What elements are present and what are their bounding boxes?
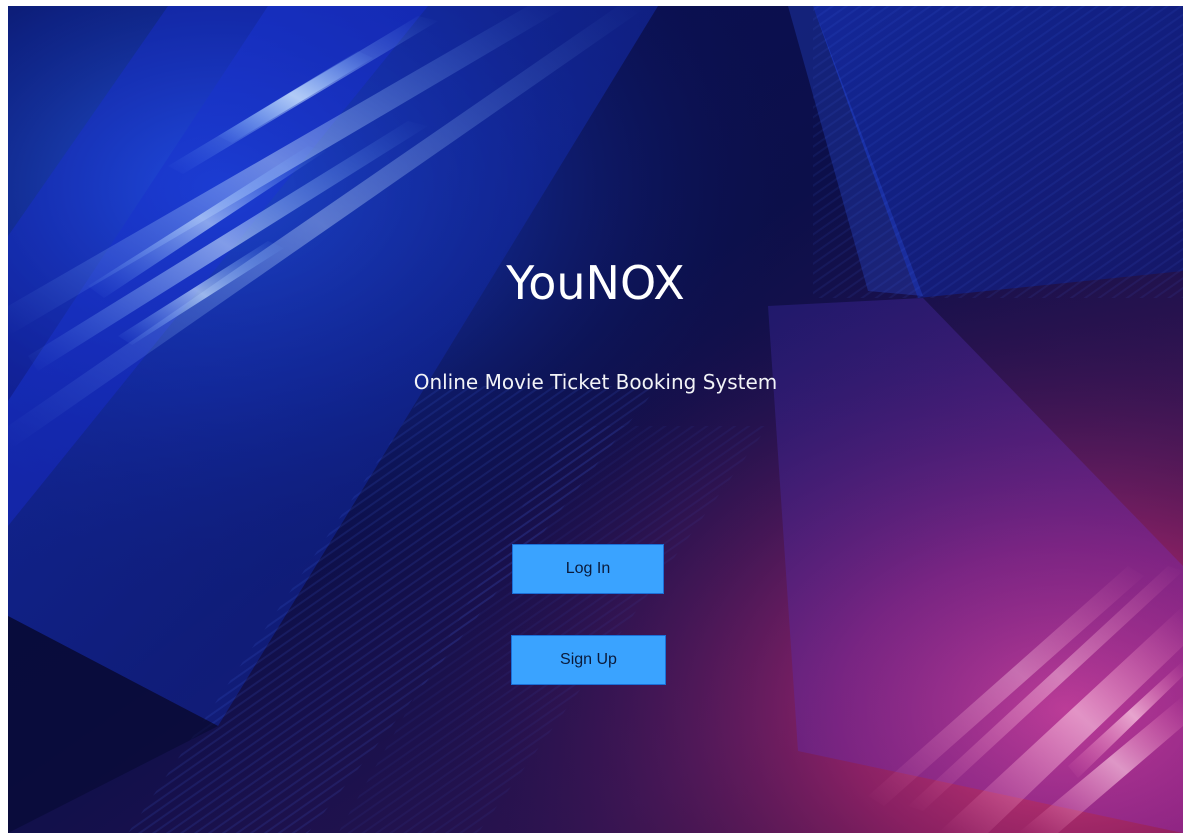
screen-frame: YouNOX Online Movie Ticket Booking Syste… xyxy=(0,0,1189,837)
app-window: YouNOX Online Movie Ticket Booking Syste… xyxy=(8,6,1183,833)
app-subtitle: Online Movie Ticket Booking System xyxy=(413,370,778,394)
app-title: YouNOX xyxy=(506,256,685,310)
background-graphic xyxy=(8,6,1183,833)
signup-button[interactable]: Sign Up xyxy=(511,635,666,685)
login-button[interactable]: Log In xyxy=(512,544,664,594)
